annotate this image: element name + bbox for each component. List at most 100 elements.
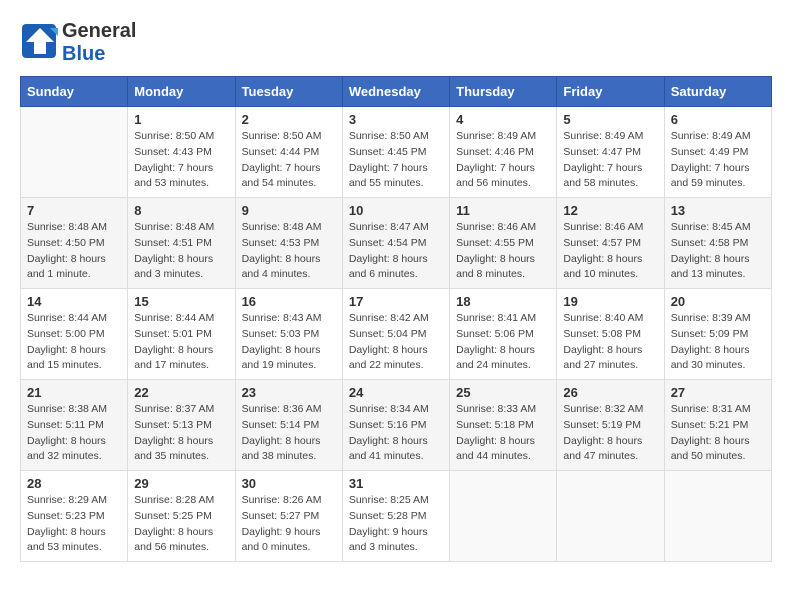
- logo-text-general: General: [62, 20, 136, 43]
- day-info: Sunrise: 8:39 AM Sunset: 5:09 PM Dayligh…: [671, 311, 765, 374]
- day-number: 24: [349, 385, 443, 400]
- day-info: Sunrise: 8:42 AM Sunset: 5:04 PM Dayligh…: [349, 311, 443, 374]
- day-info: Sunrise: 8:46 AM Sunset: 4:55 PM Dayligh…: [456, 220, 550, 283]
- day-info: Sunrise: 8:50 AM Sunset: 4:43 PM Dayligh…: [134, 129, 228, 192]
- day-number: 10: [349, 203, 443, 218]
- day-number: 31: [349, 476, 443, 491]
- day-info: Sunrise: 8:40 AM Sunset: 5:08 PM Dayligh…: [563, 311, 657, 374]
- day-cell: 26Sunrise: 8:32 AM Sunset: 5:19 PM Dayli…: [557, 380, 664, 471]
- day-cell: 7 Sunrise: 8:48 AM Sunset: 4:50 PM Daylig…: [21, 198, 128, 289]
- calendar-table: SundayMondayTuesdayWednesdayThursdayFrid…: [20, 76, 772, 562]
- day-cell: 19 Sunrise: 8:40 AM Sunset: 5:08 PM Dayli…: [557, 289, 664, 380]
- day-cell: [21, 107, 128, 198]
- day-number: 15: [134, 294, 228, 309]
- week-row-4: 21 Sunrise: 8:38 AM Sunset: 5:11 PM Dayli…: [21, 380, 772, 471]
- day-cell: 10 Sunrise: 8:47 AM Sunset: 4:54 PM Dayli…: [342, 198, 449, 289]
- day-info: Sunrise: 8:33 AM Sunset: 5:18 PM Dayligh…: [456, 402, 550, 465]
- day-cell: 2 Sunrise: 8:50 AM Sunset: 4:44 PM Daylig…: [235, 107, 342, 198]
- day-number: 12: [563, 203, 657, 218]
- day-number: 9: [242, 203, 336, 218]
- day-number: 5: [563, 112, 657, 127]
- day-cell: 13Sunrise: 8:45 AM Sunset: 4:58 PM Dayli…: [664, 198, 771, 289]
- day-number: 16: [242, 294, 336, 309]
- col-header-tuesday: Tuesday: [235, 77, 342, 107]
- day-number: 23: [242, 385, 336, 400]
- day-info: Sunrise: 8:44 AM Sunset: 5:01 PM Dayligh…: [134, 311, 228, 374]
- day-cell: 25 Sunrise: 8:33 AM Sunset: 5:18 PM Dayli…: [450, 380, 557, 471]
- day-info: Sunrise: 8:50 AM Sunset: 4:45 PM Dayligh…: [349, 129, 443, 192]
- week-row-5: 28 Sunrise: 8:29 AM Sunset: 5:23 PM Dayli…: [21, 471, 772, 562]
- day-number: 18: [456, 294, 550, 309]
- day-number: 25: [456, 385, 550, 400]
- day-info: Sunrise: 8:43 AM Sunset: 5:03 PM Dayligh…: [242, 311, 336, 374]
- day-info: Sunrise: 8:50 AM Sunset: 4:44 PM Dayligh…: [242, 129, 336, 192]
- col-header-saturday: Saturday: [664, 77, 771, 107]
- logo: General Blue: [20, 20, 136, 66]
- day-info: Sunrise: 8:48 AM Sunset: 4:50 PM Dayligh…: [27, 220, 121, 283]
- day-info: Sunrise: 8:29 AM Sunset: 5:23 PM Dayligh…: [27, 493, 121, 556]
- logo-text-blue: Blue: [62, 43, 136, 66]
- day-info: Sunrise: 8:34 AM Sunset: 5:16 PM Dayligh…: [349, 402, 443, 465]
- day-number: 20: [671, 294, 765, 309]
- header-row: SundayMondayTuesdayWednesdayThursdayFrid…: [21, 77, 772, 107]
- day-info: Sunrise: 8:38 AM Sunset: 5:11 PM Dayligh…: [27, 402, 121, 465]
- day-number: 3: [349, 112, 443, 127]
- day-cell: 6Sunrise: 8:49 AM Sunset: 4:49 PM Daylig…: [664, 107, 771, 198]
- day-cell: [557, 471, 664, 562]
- day-number: 29: [134, 476, 228, 491]
- day-info: Sunrise: 8:47 AM Sunset: 4:54 PM Dayligh…: [349, 220, 443, 283]
- day-number: 19: [563, 294, 657, 309]
- day-cell: 21 Sunrise: 8:38 AM Sunset: 5:11 PM Dayli…: [21, 380, 128, 471]
- day-number: 1: [134, 112, 228, 127]
- day-cell: 17 Sunrise: 8:42 AM Sunset: 5:04 PM Dayli…: [342, 289, 449, 380]
- day-cell: 16 Sunrise: 8:43 AM Sunset: 5:03 PM Dayli…: [235, 289, 342, 380]
- day-number: 7: [27, 203, 121, 218]
- day-cell: 3 Sunrise: 8:50 AM Sunset: 4:45 PM Daylig…: [342, 107, 449, 198]
- week-row-3: 14Sunrise: 8:44 AM Sunset: 5:00 PM Dayli…: [21, 289, 772, 380]
- day-info: Sunrise: 8:31 AM Sunset: 5:21 PM Dayligh…: [671, 402, 765, 465]
- day-number: 17: [349, 294, 443, 309]
- day-cell: 9 Sunrise: 8:48 AM Sunset: 4:53 PM Daylig…: [235, 198, 342, 289]
- day-cell: 5Sunrise: 8:49 AM Sunset: 4:47 PM Daylig…: [557, 107, 664, 198]
- day-cell: 12 Sunrise: 8:46 AM Sunset: 4:57 PM Dayli…: [557, 198, 664, 289]
- day-number: 4: [456, 112, 550, 127]
- logo-icon: [20, 22, 58, 65]
- day-info: Sunrise: 8:48 AM Sunset: 4:53 PM Dayligh…: [242, 220, 336, 283]
- day-cell: 18Sunrise: 8:41 AM Sunset: 5:06 PM Dayli…: [450, 289, 557, 380]
- day-info: Sunrise: 8:48 AM Sunset: 4:51 PM Dayligh…: [134, 220, 228, 283]
- day-cell: 22 Sunrise: 8:37 AM Sunset: 5:13 PM Dayli…: [128, 380, 235, 471]
- day-cell: 1 Sunrise: 8:50 AM Sunset: 4:43 PM Daylig…: [128, 107, 235, 198]
- day-cell: 27 Sunrise: 8:31 AM Sunset: 5:21 PM Dayli…: [664, 380, 771, 471]
- day-cell: 30Sunrise: 8:26 AM Sunset: 5:27 PM Dayli…: [235, 471, 342, 562]
- day-number: 13: [671, 203, 765, 218]
- day-cell: 31Sunrise: 8:25 AM Sunset: 5:28 PM Dayli…: [342, 471, 449, 562]
- day-number: 26: [563, 385, 657, 400]
- week-row-2: 7 Sunrise: 8:48 AM Sunset: 4:50 PM Daylig…: [21, 198, 772, 289]
- week-row-1: 1 Sunrise: 8:50 AM Sunset: 4:43 PM Daylig…: [21, 107, 772, 198]
- day-info: Sunrise: 8:36 AM Sunset: 5:14 PM Dayligh…: [242, 402, 336, 465]
- day-cell: 11Sunrise: 8:46 AM Sunset: 4:55 PM Dayli…: [450, 198, 557, 289]
- day-info: Sunrise: 8:46 AM Sunset: 4:57 PM Dayligh…: [563, 220, 657, 283]
- day-cell: 15 Sunrise: 8:44 AM Sunset: 5:01 PM Dayli…: [128, 289, 235, 380]
- col-header-wednesday: Wednesday: [342, 77, 449, 107]
- day-number: 22: [134, 385, 228, 400]
- col-header-sunday: Sunday: [21, 77, 128, 107]
- day-info: Sunrise: 8:37 AM Sunset: 5:13 PM Dayligh…: [134, 402, 228, 465]
- day-info: Sunrise: 8:44 AM Sunset: 5:00 PM Dayligh…: [27, 311, 121, 374]
- day-cell: 23 Sunrise: 8:36 AM Sunset: 5:14 PM Dayli…: [235, 380, 342, 471]
- day-number: 28: [27, 476, 121, 491]
- col-header-thursday: Thursday: [450, 77, 557, 107]
- col-header-friday: Friday: [557, 77, 664, 107]
- col-header-monday: Monday: [128, 77, 235, 107]
- day-info: Sunrise: 8:49 AM Sunset: 4:46 PM Dayligh…: [456, 129, 550, 192]
- day-cell: 28 Sunrise: 8:29 AM Sunset: 5:23 PM Dayli…: [21, 471, 128, 562]
- day-cell: 24 Sunrise: 8:34 AM Sunset: 5:16 PM Dayli…: [342, 380, 449, 471]
- day-number: 27: [671, 385, 765, 400]
- day-number: 8: [134, 203, 228, 218]
- day-cell: 8 Sunrise: 8:48 AM Sunset: 4:51 PM Daylig…: [128, 198, 235, 289]
- day-number: 2: [242, 112, 336, 127]
- day-number: 21: [27, 385, 121, 400]
- day-info: Sunrise: 8:28 AM Sunset: 5:25 PM Dayligh…: [134, 493, 228, 556]
- day-cell: [664, 471, 771, 562]
- day-cell: 14Sunrise: 8:44 AM Sunset: 5:00 PM Dayli…: [21, 289, 128, 380]
